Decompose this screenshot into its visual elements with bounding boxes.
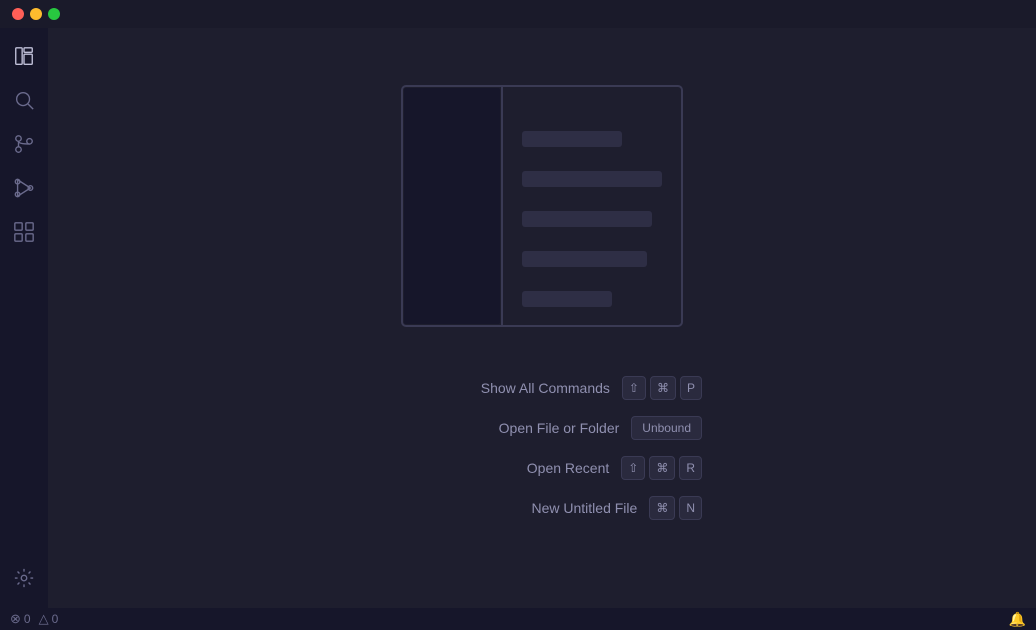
key-n: N xyxy=(679,496,702,520)
main-content: Show All Commands ⇧ ⌘ P Open File or Fol… xyxy=(48,28,1036,608)
sidebar-item-search[interactable] xyxy=(4,80,44,120)
key-cmd-3: ⌘ xyxy=(649,496,675,520)
sidebar-item-files[interactable] xyxy=(4,36,44,76)
status-right[interactable]: 🔔 xyxy=(1009,611,1026,628)
key-cmd-2: ⌘ xyxy=(649,456,675,480)
status-left: ⊗ 0 △ 0 xyxy=(10,611,58,627)
logo-illustration xyxy=(392,76,692,336)
key-shift: ⇧ xyxy=(622,376,646,400)
close-button[interactable] xyxy=(12,8,24,20)
sidebar-item-debug[interactable] xyxy=(4,168,44,208)
error-count: 0 xyxy=(24,612,31,626)
title-bar xyxy=(0,0,1036,28)
new-untitled-keys: ⌘ N xyxy=(649,496,702,520)
open-recent-keys: ⇧ ⌘ R xyxy=(621,456,702,480)
show-all-commands-keys: ⇧ ⌘ P xyxy=(622,376,702,400)
sidebar-item-git[interactable] xyxy=(4,124,44,164)
warning-count: 0 xyxy=(52,612,59,626)
warning-icon: △ xyxy=(39,611,49,627)
app-container: Show All Commands ⇧ ⌘ P Open File or Fol… xyxy=(0,28,1036,608)
error-icon: ⊗ xyxy=(10,611,21,627)
shortcut-show-all-commands: Show All Commands ⇧ ⌘ P xyxy=(382,376,702,400)
status-bar: ⊗ 0 △ 0 🔔 xyxy=(0,608,1036,630)
bell-icon: 🔔 xyxy=(1009,611,1026,627)
sidebar-item-settings[interactable] xyxy=(4,558,44,598)
key-unbound: Unbound xyxy=(631,416,702,440)
sidebar xyxy=(0,28,48,608)
key-p: P xyxy=(680,376,702,400)
sidebar-item-extensions[interactable] xyxy=(4,212,44,252)
traffic-lights xyxy=(12,8,60,20)
key-cmd: ⌘ xyxy=(650,376,676,400)
new-untitled-label: New Untitled File xyxy=(382,500,637,516)
open-file-keys: Unbound xyxy=(631,416,702,440)
shortcut-new-untitled: New Untitled File ⌘ N xyxy=(382,496,702,520)
shortcut-open-file: Open File or Folder Unbound xyxy=(382,416,702,440)
key-shift-2: ⇧ xyxy=(621,456,645,480)
show-all-commands-label: Show All Commands xyxy=(382,380,610,396)
shortcuts-section: Show All Commands ⇧ ⌘ P Open File or Fol… xyxy=(382,376,702,520)
minimize-button[interactable] xyxy=(30,8,42,20)
open-recent-label: Open Recent xyxy=(382,460,609,476)
shortcut-open-recent: Open Recent ⇧ ⌘ R xyxy=(382,456,702,480)
maximize-button[interactable] xyxy=(48,8,60,20)
key-r: R xyxy=(679,456,702,480)
status-warnings[interactable]: △ 0 xyxy=(39,611,59,627)
open-file-label: Open File or Folder xyxy=(382,420,619,436)
status-errors[interactable]: ⊗ 0 xyxy=(10,611,31,627)
